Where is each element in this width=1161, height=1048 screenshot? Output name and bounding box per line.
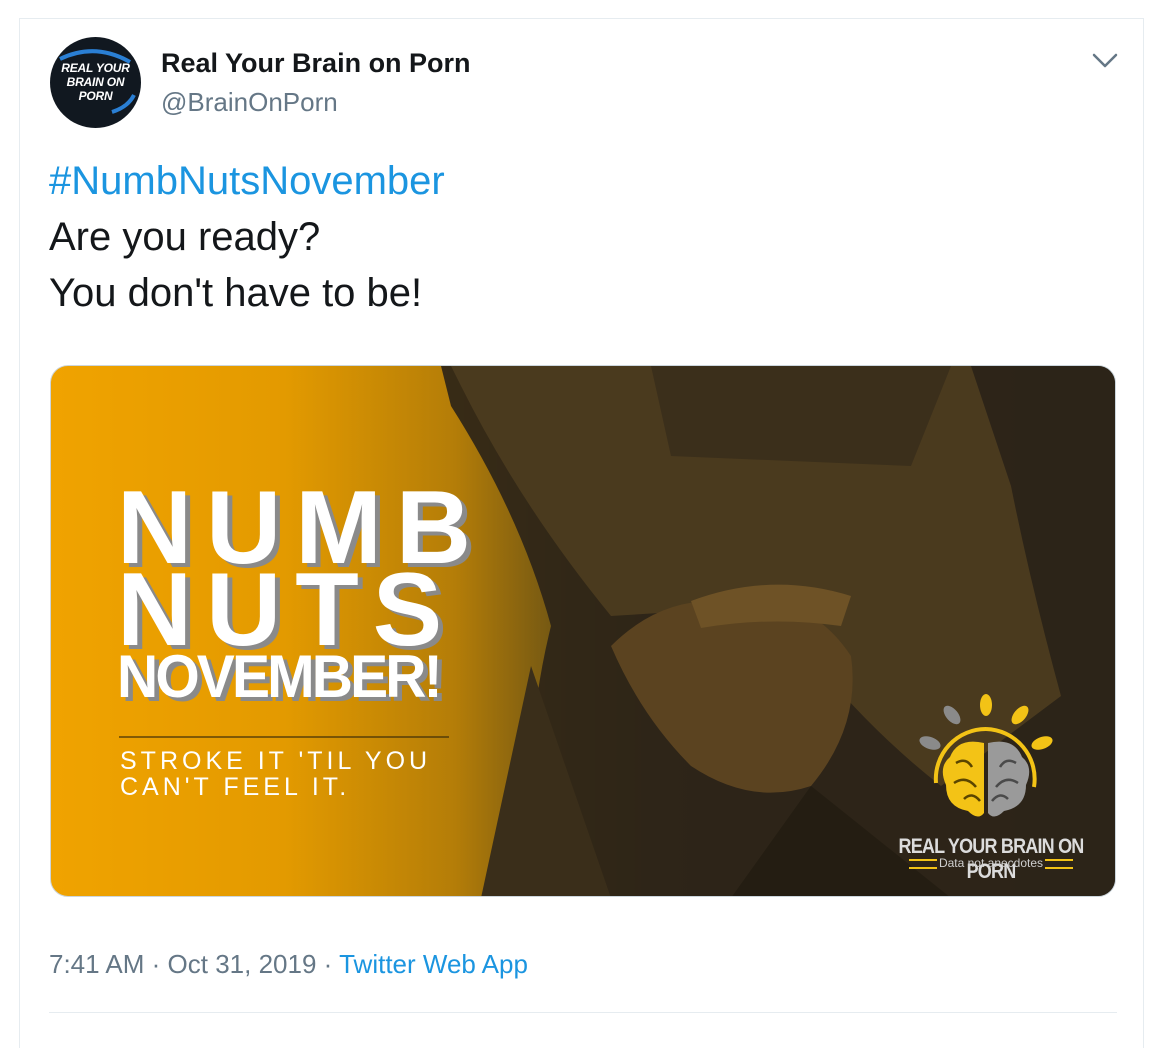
logo-subtitle: Data not anecdotes	[896, 856, 1086, 870]
avatar-logo-text: REAL YOUR BRAIN ON PORN	[61, 61, 130, 103]
meta-separator: ·	[323, 949, 333, 979]
tweet-meta: 7:41 AM · Oct 31, 2019 · Twitter Web App	[49, 949, 528, 980]
author-handle[interactable]: @BrainOnPorn	[161, 87, 338, 118]
divider	[49, 1012, 1117, 1013]
tweet-source-link[interactable]: Twitter Web App	[339, 949, 528, 979]
chevron-down-icon[interactable]	[1090, 49, 1120, 73]
tweet-line-2: You don't have to be!	[49, 271, 423, 315]
tweet-line-1: Are you ready?	[49, 215, 321, 259]
meta-separator: ·	[151, 949, 161, 979]
avatar[interactable]: REAL YOUR BRAIN ON PORN	[50, 37, 141, 128]
tweet-media-image[interactable]: NUMB NUTS NOVEMBER! STROKE IT 'TIL YOU C…	[50, 365, 1116, 897]
tagline: STROKE IT 'TIL YOU CAN'T FEEL IT.	[120, 747, 432, 801]
author-name[interactable]: Real Your Brain on Porn	[161, 48, 471, 79]
hashtag-link[interactable]: #NumbNutsNovember	[49, 153, 445, 209]
headline-november: NOVEMBER!	[117, 643, 443, 710]
tweet-date[interactable]: Oct 31, 2019	[168, 949, 317, 979]
tweet-card: REAL YOUR BRAIN ON PORN Real Your Brain …	[19, 18, 1144, 1048]
tweet-text: #NumbNutsNovember Are you ready? You don…	[49, 153, 445, 321]
tweet-time[interactable]: 7:41 AM	[49, 949, 144, 979]
brain-sun-logo-icon	[919, 694, 1053, 817]
headline-divider	[119, 736, 449, 738]
